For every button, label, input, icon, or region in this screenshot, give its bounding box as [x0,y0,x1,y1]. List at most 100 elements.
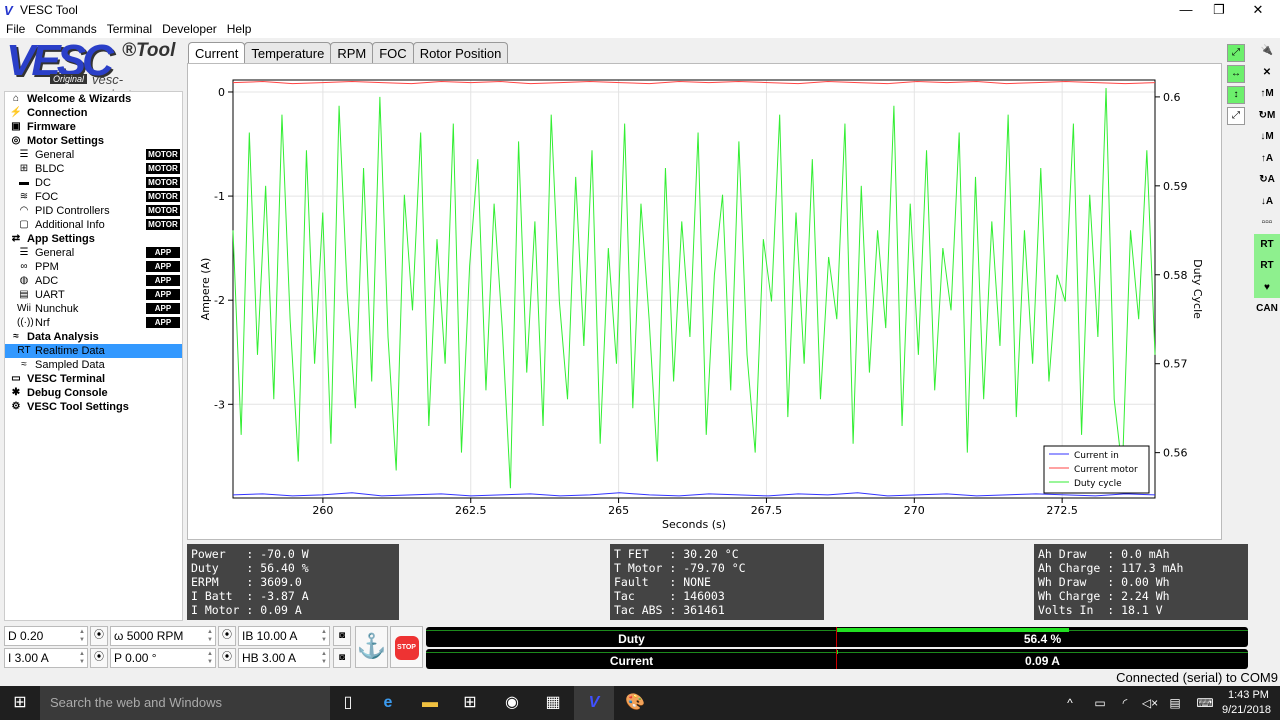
stop-button[interactable]: STOP [390,626,423,668]
connect-icon[interactable]: 🔌 [1254,40,1280,62]
app-icon[interactable]: ◉ [492,686,532,720]
sidebar-item-welcome-wizards[interactable]: ⌂ Welcome & Wizards [5,92,182,106]
sidebar-item-general[interactable]: ☰ General MOTOR [5,148,182,162]
sidebar-item-connection[interactable]: ⚡ Connection [5,106,182,120]
spin-arrows-icon[interactable]: ▲ ▼ [207,628,213,644]
sidebar-item-nunchuk[interactable]: Wii Nunchuk APP [5,302,182,316]
reset-motor-icon[interactable]: ↻M [1254,105,1280,127]
menu-bar: File Commands Terminal Developer Help [0,20,1280,38]
sidebar-item-uart[interactable]: ▤ UART APP [5,288,182,302]
sidebar-item-adc[interactable]: ◍ ADC APP [5,274,182,288]
write-app-icon[interactable]: ↓A [1254,191,1280,213]
x-axis-label: Seconds (s) [662,518,726,531]
sidebar-item-bldc[interactable]: ⊞ BLDC MOTOR [5,162,182,176]
close-button[interactable]: ✕ [1240,0,1276,20]
zoom-vertical-icon[interactable]: ↕ [1227,86,1245,104]
current-input[interactable]: I 3.00 A ▲ ▼ [4,648,88,668]
current-bar: Current 0.09 A [426,649,1248,669]
anchor-button[interactable]: ⚓ [355,626,388,668]
gauge-icon: ◠ [19,205,29,216]
rpm-input[interactable]: ω 5000 RPM ▲ ▼ [110,626,216,646]
store-icon[interactable]: ⊞ [450,686,490,720]
set-brake-button[interactable]: ◙ [333,626,351,646]
realtime-app-icon[interactable]: RT [1254,255,1280,277]
read-app-icon[interactable]: ↑A [1254,148,1280,170]
read-motor-icon[interactable]: ↑M [1254,83,1280,105]
clock-time[interactable]: 1:43 PM [1228,689,1269,701]
sidebar-item-debug-console[interactable]: ✱ Debug Console [5,386,182,400]
calculator-icon[interactable]: ▦ [533,686,573,720]
sidebar-item-label: Sampled Data [35,359,105,371]
spin-arrows-icon[interactable]: ▲ ▼ [79,628,85,644]
realtime-toggle-icon[interactable]: RT [1254,233,1280,255]
sidebar-item-general[interactable]: ☰ General APP [5,246,182,260]
sidebar-item-vesc-terminal[interactable]: ▭ VESC Terminal [5,372,182,386]
sidebar-item-sampled-data[interactable]: ≈ Sampled Data [5,358,182,372]
sidebar-item-additional-info[interactable]: ▢ Additional Info MOTOR [5,218,182,232]
handbrake-input[interactable]: HB 3.00 A ▲ ▼ [238,648,330,668]
menu-file[interactable]: File [6,22,25,36]
tab-temperature[interactable]: Temperature [244,42,332,64]
sidebar-item-label: BLDC [35,163,65,175]
file-explorer-icon[interactable]: ▬ [410,686,450,720]
paint-icon[interactable]: 🎨 [615,686,655,720]
reset-app-icon[interactable]: ↻A [1254,169,1280,191]
sidebar-item-motor-settings[interactable]: ◎ Motor Settings [5,134,182,148]
edge-icon[interactable]: e [368,686,408,720]
can-tree-icon[interactable]: ▫▫▫ [1254,212,1280,234]
gear-icon: ⚙ [11,401,21,412]
rescale-icon[interactable]: ⤢ [1227,107,1245,125]
tab-rpm[interactable]: RPM [330,42,374,64]
task-view-icon[interactable]: ▯ [328,686,368,720]
menu-commands[interactable]: Commands [35,22,96,36]
sidebar-item-vesc-tool-settings[interactable]: ⚙ VESC Tool Settings [5,400,182,414]
current-chart[interactable]: 260 262.5 265 267.5 270 272.5 0 -1 -2 -3 0.6 0.59 0.… [187,63,1222,540]
sidebar-item-data-analysis[interactable]: ≈ Data Analysis [5,330,182,344]
handbrake-value: HB 3.00 A [242,651,297,665]
heartbeat-icon[interactable]: ♥ [1254,276,1280,298]
plot-tabs: Current Temperature RPM FOC Rotor Position [188,42,509,65]
disconnect-icon[interactable]: ✕ [1254,62,1280,84]
sidebar-item-foc[interactable]: ≋ FOC MOTOR [5,190,182,204]
spin-arrows-icon[interactable]: ▲ ▼ [79,650,85,666]
y2-tick-label: 0.57 [1163,358,1188,371]
sidebar-item-app-settings[interactable]: ⇄ App Settings [5,232,182,246]
tab-rotor-position[interactable]: Rotor Position [412,42,509,64]
sidebar-item-firmware[interactable]: ▣ Firmware [5,120,182,134]
vesc-tool-taskbar-icon[interactable]: V [574,686,614,720]
can-forward-icon[interactable]: CAN [1254,298,1280,320]
clock-date[interactable]: 9/21/2018 [1222,704,1271,716]
windows-start-icon[interactable]: ⊞ [0,686,40,720]
spin-arrows-icon[interactable]: ▲ ▼ [321,650,327,666]
spin-arrows-icon[interactable]: ▲ ▼ [207,650,213,666]
maximize-button[interactable]: ❐ [1201,0,1237,20]
y-tick-label: -1 [214,190,225,203]
keyboard-icon[interactable]: ⌨ [1185,686,1225,720]
menu-terminal[interactable]: Terminal [107,22,152,36]
tab-foc[interactable]: FOC [372,42,414,64]
x-tick-label: 265 [608,504,629,517]
spin-arrows-icon[interactable]: ▲ ▼ [321,628,327,644]
sidebar-item-realtime-data[interactable]: RT Realtime Data [5,344,182,358]
set-handbrake-button[interactable]: ◙ [333,648,351,668]
set-duty-button[interactable]: ⦿ [90,626,108,646]
menu-developer[interactable]: Developer [162,22,217,36]
set-rpm-button[interactable]: ⦿ [218,626,236,646]
sidebar-item-nrf[interactable]: ((·)) Nrf APP [5,316,182,330]
brake-current-input[interactable]: IB 10.00 A ▲ ▼ [238,626,330,646]
sidebar-item-pid-controllers[interactable]: ◠ PID Controllers MOTOR [5,204,182,218]
title-bar: V VESC Tool — ❐ ✕ [0,0,1280,20]
duty-input[interactable]: D 0.20 ▲ ▼ [4,626,88,646]
taskbar-search[interactable]: Search the web and Windows [40,686,330,720]
sidebar-item-dc[interactable]: ▬ DC MOTOR [5,176,182,190]
sidebar-item-ppm[interactable]: ∞ PPM APP [5,260,182,274]
position-input[interactable]: P 0.00 ° ▲ ▼ [110,648,216,668]
set-position-button[interactable]: ⦿ [218,648,236,668]
zoom-fit-icon[interactable]: ⤢ [1227,44,1245,62]
minimize-button[interactable]: — [1168,0,1204,20]
zoom-horizontal-icon[interactable]: ↔ [1227,65,1245,83]
write-motor-icon[interactable]: ↓M [1254,126,1280,148]
tab-current[interactable]: Current [188,42,246,65]
menu-help[interactable]: Help [227,22,252,36]
set-current-button[interactable]: ⦿ [90,648,108,668]
